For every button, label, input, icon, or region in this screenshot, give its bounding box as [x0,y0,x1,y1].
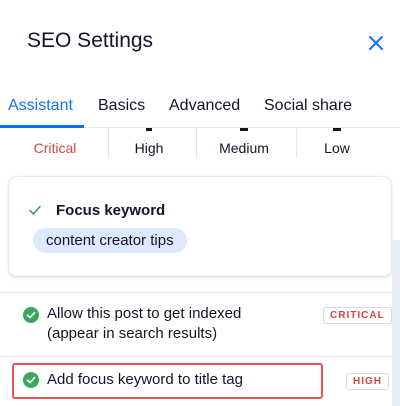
page-title: SEO Settings [27,29,154,52]
score-medium-label: Medium [219,140,269,156]
score-high: High [114,128,184,170]
panel-header: SEO Settings [0,0,400,84]
focus-keyword-chip[interactable]: content creator tips [33,228,187,253]
priority-badge: HIGH [346,373,389,390]
list-divider [0,356,392,357]
focus-keyword-card [9,177,391,276]
score-divider [108,128,109,158]
close-icon[interactable] [364,31,388,55]
score-high-mark [146,128,152,131]
score-high-label: High [134,140,164,156]
list-divider [0,292,392,293]
score-medium: Medium [204,128,284,170]
score-critical: Critical [20,128,90,170]
tab-basics[interactable]: Basics [98,97,145,115]
score-low-mark [333,128,341,131]
score-summary: Critical High Medium Low [0,128,400,170]
tab-bar: Assistant Basics Advanced Social share [0,84,400,128]
focus-keyword-title: Focus keyword [56,202,166,219]
checklist-item-text[interactable]: Allow this post to get indexed (appear i… [47,304,297,344]
highlight-box [12,363,323,399]
check-circle-icon [23,307,39,323]
score-low-label: Low [324,140,350,156]
score-medium-mark [240,128,248,131]
score-divider [196,128,197,158]
tab-assistant[interactable]: Assistant [8,97,73,115]
tab-advanced[interactable]: Advanced [169,97,240,115]
score-critical-label: Critical [33,140,77,156]
score-divider [296,128,297,158]
checkmark-icon [29,205,41,215]
score-low: Low [302,128,372,170]
priority-badge: CRITICAL [323,307,392,324]
scrollbar[interactable] [392,240,400,406]
tab-social-share[interactable]: Social share [264,97,352,115]
